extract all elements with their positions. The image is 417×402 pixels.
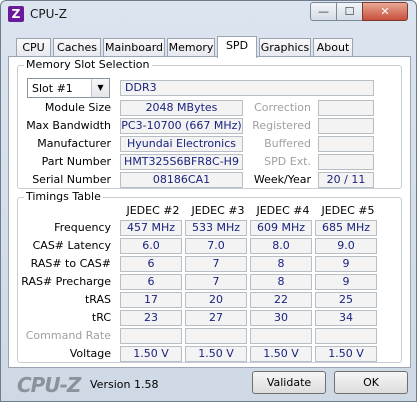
command-rate-jedec-3 <box>185 328 247 344</box>
command-rate-jedec-5 <box>315 328 377 344</box>
voltage-jedec-5: 1.50 V <box>315 346 377 362</box>
cpuz-logo: CPU-Z <box>17 373 81 397</box>
frequency-jedec-5: 685 MHz <box>315 220 377 236</box>
chevron-down-icon[interactable]: ▼ <box>91 79 109 97</box>
tras-jedec-2: 17 <box>120 292 182 308</box>
command-rate-jedec-4 <box>250 328 312 344</box>
buffered-value <box>318 136 374 152</box>
version-text: Version 1.58 <box>90 378 159 391</box>
slot-select[interactable]: Slot #1 ▼ <box>27 78 110 98</box>
cas-latency-jedec-4: 8.0 <box>250 238 312 254</box>
tab-graphics[interactable]: Graphics <box>259 38 311 57</box>
voltage-jedec-4: 1.50 V <box>250 346 312 362</box>
ras-precharge-jedec-4: 8 <box>250 274 312 290</box>
voltage-label: Voltage <box>69 347 111 360</box>
spd-ext-value <box>318 154 374 170</box>
timings-group: Timings Table JEDEC #2 JEDEC #3 JEDEC #4… <box>17 190 402 363</box>
trc-jedec-3: 27 <box>185 310 247 326</box>
max-bandwidth-label: Max Bandwidth <box>26 119 111 132</box>
cpuz-window: Z CPU-Z — ☐ ✕ CPU Caches Mainboard Memor… <box>0 0 417 402</box>
memory-slot-group-title: Memory Slot Selection <box>24 58 152 71</box>
timings-group-title: Timings Table <box>24 190 103 203</box>
frequency-jedec-4: 609 MHz <box>250 220 312 236</box>
command-rate-jedec-2 <box>120 328 182 344</box>
column-header-jedec-3: JEDEC #3 <box>191 204 245 217</box>
cas-latency-jedec-2: 6.0 <box>120 238 182 254</box>
tras-jedec-4: 22 <box>250 292 312 308</box>
ras-to-cas-jedec-4: 8 <box>250 256 312 272</box>
tras-label: tRAS <box>84 293 111 306</box>
trc-jedec-5: 34 <box>315 310 377 326</box>
spd-ext-label: SPD Ext. <box>264 155 311 168</box>
trc-jedec-4: 30 <box>250 310 312 326</box>
slot-select-value: Slot #1 <box>32 82 73 95</box>
command-rate-label: Command Rate <box>25 329 111 342</box>
tab-about[interactable]: About <box>313 38 353 57</box>
ras-precharge-jedec-5: 9 <box>315 274 377 290</box>
tab-cpu[interactable]: CPU <box>16 38 51 57</box>
maximize-button[interactable]: ☐ <box>336 2 363 21</box>
part-number-label: Part Number <box>41 155 111 168</box>
frequency-label: Frequency <box>54 221 111 234</box>
cpuz-app-icon: Z <box>8 6 24 22</box>
ras-precharge-label: RAS# Precharge <box>21 275 111 288</box>
ras-to-cas-jedec-2: 6 <box>120 256 182 272</box>
serial-number-label: Serial Number <box>32 173 111 186</box>
tras-jedec-3: 20 <box>185 292 247 308</box>
ras-precharge-jedec-3: 7 <box>185 274 247 290</box>
week-year-value: 20 / 11 <box>318 172 374 188</box>
module-size-label: Module Size <box>44 101 111 114</box>
memory-type-field: DDR3 <box>120 80 374 96</box>
title-bar[interactable]: Z CPU-Z — ☐ ✕ <box>1 1 416 27</box>
buffered-label: Buffered <box>264 137 311 150</box>
window-title: CPU-Z <box>30 7 67 21</box>
frequency-jedec-3: 533 MHz <box>185 220 247 236</box>
part-number-value: HMT325S6BFR8C-H9 <box>120 154 243 170</box>
registered-label: Registered <box>252 119 311 132</box>
trc-label: tRC <box>91 311 111 324</box>
tab-spd[interactable]: SPD <box>217 36 257 58</box>
ras-precharge-jedec-2: 6 <box>120 274 182 290</box>
max-bandwidth-value: PC3-10700 (667 MHz) <box>120 118 243 134</box>
module-size-value: 2048 MBytes <box>120 100 243 116</box>
correction-label: Correction <box>254 101 311 114</box>
trc-jedec-2: 23 <box>120 310 182 326</box>
tab-memory[interactable]: Memory <box>167 38 215 57</box>
voltage-jedec-2: 1.50 V <box>120 346 182 362</box>
cas-latency-jedec-5: 9.0 <box>315 238 377 254</box>
tab-caches[interactable]: Caches <box>53 38 101 57</box>
tras-jedec-5: 25 <box>315 292 377 308</box>
week-year-label: Week/Year <box>253 173 311 186</box>
cas-latency-label: CAS# Latency <box>32 239 111 252</box>
correction-value <box>318 100 374 116</box>
column-header-jedec-2: JEDEC #2 <box>126 204 180 217</box>
manufacturer-value: Hyundai Electronics <box>120 136 243 152</box>
ras-to-cas-label: RAS# to CAS# <box>30 257 111 270</box>
validate-button[interactable]: Validate <box>252 371 326 394</box>
serial-number-value: 08186CA1 <box>120 172 243 188</box>
registered-value <box>318 118 374 134</box>
tab-mainboard[interactable]: Mainboard <box>103 38 165 57</box>
ok-button[interactable]: OK <box>334 371 408 394</box>
ras-to-cas-jedec-5: 9 <box>315 256 377 272</box>
frequency-jedec-2: 457 MHz <box>120 220 182 236</box>
ras-to-cas-jedec-3: 7 <box>185 256 247 272</box>
column-header-jedec-5: JEDEC #5 <box>321 204 375 217</box>
memory-slot-group: Memory Slot Selection Slot #1 ▼ DDR3 Mod… <box>17 58 402 189</box>
manufacturer-label: Manufacturer <box>37 137 111 150</box>
voltage-jedec-3: 1.50 V <box>185 346 247 362</box>
cas-latency-jedec-3: 7.0 <box>185 238 247 254</box>
minimize-button[interactable]: — <box>310 2 337 21</box>
close-button[interactable]: ✕ <box>362 2 408 21</box>
spd-panel: Memory Slot Selection Slot #1 ▼ DDR3 Mod… <box>8 56 411 368</box>
column-header-jedec-4: JEDEC #4 <box>256 204 310 217</box>
